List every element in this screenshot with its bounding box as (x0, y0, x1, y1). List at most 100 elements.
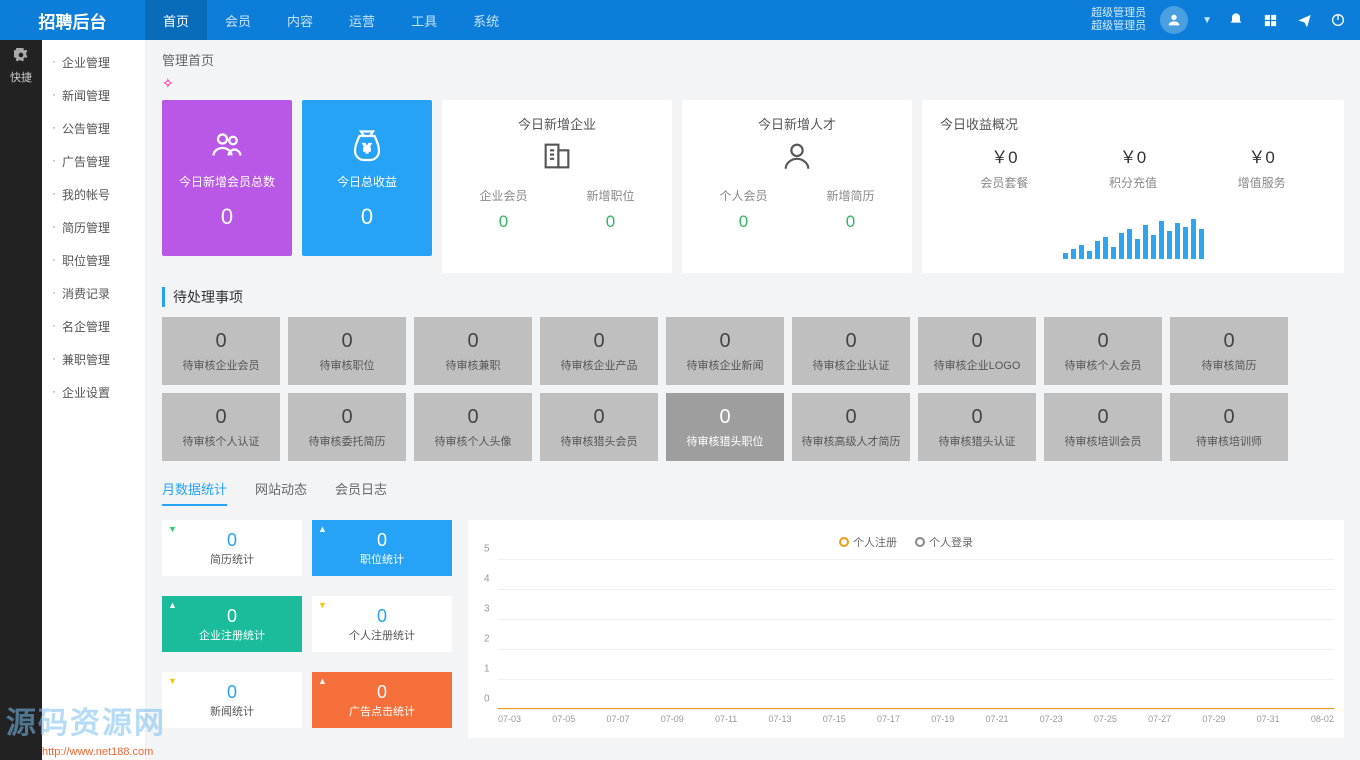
spark-bar (1191, 219, 1196, 259)
sparkline (940, 219, 1326, 259)
stat-tile[interactable]: ▼0新闻统计 (162, 672, 302, 728)
sidebar-item[interactable]: 新闻管理 (42, 79, 145, 112)
topnav-item[interactable]: 系统 (455, 0, 517, 40)
grid-line (498, 559, 1334, 560)
panel-title: 今日新增人才 (690, 114, 904, 133)
sidebar-item[interactable]: 职位管理 (42, 244, 145, 277)
sidebar-item[interactable]: 公告管理 (42, 112, 145, 145)
pending-item[interactable]: 0待审核企业新闻 (666, 317, 784, 385)
pending-count: 0 (215, 406, 226, 429)
stat-label: 简历统计 (210, 551, 254, 567)
pending-item[interactable]: 0 待审核个人认证 (162, 393, 280, 461)
grid-line (498, 589, 1334, 590)
spark-bar (1151, 235, 1156, 259)
panel-revenue: 今日收益概况 ￥0会员套餐￥0积分充值￥0增值服务 (922, 100, 1344, 273)
topnav-item[interactable]: 工具 (393, 0, 455, 40)
stat-tile[interactable]: ▼ 0个人注册统计 (312, 596, 452, 652)
sub-label: 新增职位 (586, 187, 634, 204)
bell-icon[interactable] (1226, 10, 1246, 30)
x-tick: 07-05 (552, 714, 575, 724)
pending-title: 待处理事项 (162, 287, 1344, 307)
sidebar-item[interactable]: 广告管理 (42, 145, 145, 178)
pending-item[interactable]: 0待审核猎头职位 (666, 393, 784, 461)
pending-count: 0 (1223, 406, 1234, 429)
pending-item[interactable]: 0待审核简历 (1170, 317, 1288, 385)
panel-sub: 企业会员0 新增职位0 (450, 187, 664, 232)
pending-label: 待审核职位 (320, 357, 375, 373)
quick-tab[interactable]: 快捷 (0, 40, 42, 760)
pending-label: 待审核兼职 (446, 357, 501, 373)
pending-item[interactable]: 0待审核猎头认证 (918, 393, 1036, 461)
sidebar-item[interactable]: 企业设置 (42, 376, 145, 409)
sidebar-item[interactable]: 名企管理 (42, 310, 145, 343)
sub-value: 0 (586, 212, 634, 232)
x-tick: 07-25 (1094, 714, 1117, 724)
spark-bar (1183, 227, 1188, 259)
stat-value: 0 (377, 606, 387, 627)
stat-tile[interactable]: ▲0企业注册统计 (162, 596, 302, 652)
pending-count: 0 (341, 330, 352, 353)
pending-item[interactable]: 0待审核培训会员 (1044, 393, 1162, 461)
send-icon[interactable] (1294, 10, 1314, 30)
revenue-item: ￥0会员套餐 (980, 143, 1028, 191)
tabs: 月数据统计 网站动态 会员日志 (162, 479, 1344, 506)
x-tick: 07-19 (931, 714, 954, 724)
pending-item[interactable]: 0待审核企业认证 (792, 317, 910, 385)
revenue-label: 增值服务 (1238, 174, 1286, 191)
grid-line (498, 619, 1334, 620)
x-tick: 07-15 (823, 714, 846, 724)
tile-new-members[interactable]: 今日新增会员总数 0 (162, 100, 292, 256)
revenue-item: ￥0增值服务 (1238, 143, 1286, 191)
topnav-item[interactable]: 运营 (331, 0, 393, 40)
spark-bar (1143, 225, 1148, 259)
pending-item[interactable]: 0 待审核职位 (288, 317, 406, 385)
chevron-down-icon[interactable]: ▼ (1202, 15, 1212, 26)
stat-tile[interactable]: ▲0职位统计 (312, 520, 452, 576)
stats-row: ▼0简历统计▲0职位统计▲0企业注册统计▼0个人注册统计▼0新闻统计▲0广告点击… (162, 520, 1344, 738)
pending-item[interactable]: 0待审核个人头像 (414, 393, 532, 461)
power-icon[interactable] (1328, 10, 1348, 30)
pending-label: 待审核猎头认证 (939, 433, 1016, 449)
pending-label: 待审核个人会员 (1065, 357, 1142, 373)
spark-bar (1111, 247, 1116, 259)
avatar[interactable] (1160, 6, 1188, 34)
pending-item[interactable]: 0待审核兼职 (414, 317, 532, 385)
pending-item[interactable]: 0待审核个人会员 (1044, 317, 1162, 385)
sidebar-item[interactable]: 我的帐号 (42, 178, 145, 211)
pending-item[interactable]: 0待审核高级人才简历 (792, 393, 910, 461)
building-icon (450, 139, 664, 173)
stat-tile[interactable]: ▼0简历统计 (162, 520, 302, 576)
stat-tile[interactable]: ▲0广告点击统计 (312, 672, 452, 728)
sidebar-item[interactable]: 消费记录 (42, 277, 145, 310)
tile-revenue[interactable]: ¥ 今日总收益 0 (302, 100, 432, 256)
pending-item[interactable]: 0待审核委托简历 (288, 393, 406, 461)
x-tick: 07-17 (877, 714, 900, 724)
sidebar-item[interactable]: 企业管理 (42, 46, 145, 79)
pending-label: 待审核企业LOGO (934, 357, 1021, 373)
pending-item[interactable]: 0待审核企业产品 (540, 317, 658, 385)
spark-bar (1167, 231, 1172, 259)
sidebar-item[interactable]: 简历管理 (42, 211, 145, 244)
topnav-item[interactable]: 首页 (145, 0, 207, 40)
pending-item[interactable]: 0待审核猎头会员 (540, 393, 658, 461)
tab[interactable]: 网站动态 (255, 479, 307, 506)
pending-item[interactable]: 0待审核培训师 (1170, 393, 1288, 461)
pending-item[interactable]: 0待审核企业LOGO (918, 317, 1036, 385)
tab[interactable]: 月数据统计 (162, 479, 227, 506)
apps-icon[interactable] (1260, 10, 1280, 30)
stat-value: 0 (377, 682, 387, 703)
trend-icon: ▼ (318, 600, 327, 610)
stat-label: 广告点击统计 (349, 703, 415, 719)
tab[interactable]: 会员日志 (335, 479, 387, 506)
y-tick: 4 (484, 574, 490, 585)
panel-sub: 个人会员0 新增简历0 (690, 187, 904, 232)
sidebar-item[interactable]: 兼职管理 (42, 343, 145, 376)
pending-label: 待审核简历 (1202, 357, 1257, 373)
pending-item[interactable]: 0待审核企业会员 (162, 317, 280, 385)
stat-label: 个人注册统计 (349, 627, 415, 643)
topnav-item[interactable]: 内容 (269, 0, 331, 40)
topnav-item[interactable]: 会员 (207, 0, 269, 40)
pending-label: 待审核个人认证 (183, 433, 260, 449)
chart: 个人注册 个人登录 012345 07-0307-0507-0707-0907-… (468, 520, 1344, 738)
revenue-amount: ￥0 (1109, 143, 1157, 168)
